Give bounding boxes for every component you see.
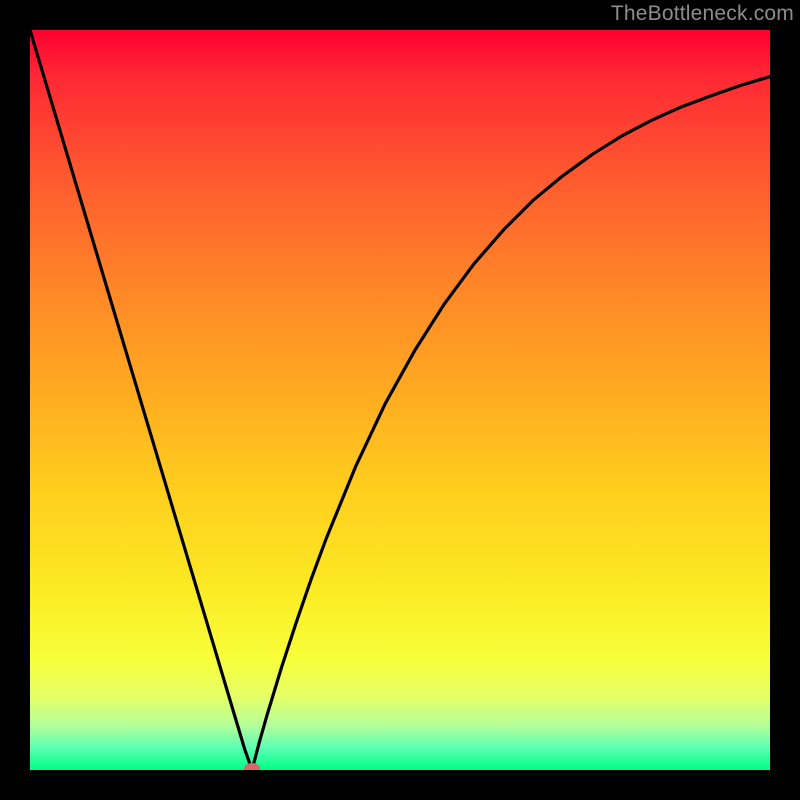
plot-area: [30, 30, 770, 770]
watermark-text: TheBottleneck.com: [611, 2, 794, 26]
min-marker: [244, 763, 260, 770]
chart-svg: [30, 30, 770, 770]
chart-frame: TheBottleneck.com: [0, 0, 800, 800]
curve-line: [30, 30, 770, 770]
